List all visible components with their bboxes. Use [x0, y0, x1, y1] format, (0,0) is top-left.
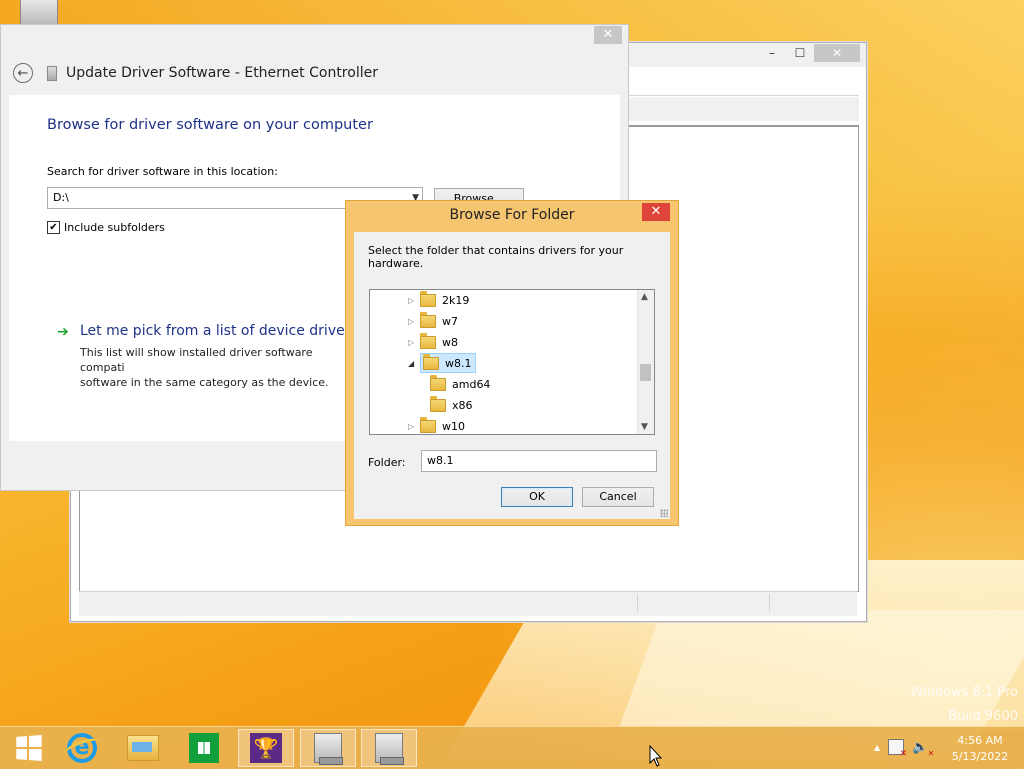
- system-tray: ▲ 🔈: [874, 739, 935, 759]
- location-value: D:\: [53, 191, 69, 204]
- tree-item-label: w8: [442, 335, 458, 349]
- tree-item-label: w10: [442, 419, 465, 433]
- start-button[interactable]: [0, 729, 56, 767]
- taskbar-device-manager[interactable]: [300, 729, 356, 767]
- pick-title[interactable]: Let me pick from a list of device driver…: [80, 323, 358, 339]
- pick-desc-line1: This list will show installed driver sof…: [80, 346, 313, 374]
- expand-arrow-icon[interactable]: ▷: [408, 296, 416, 305]
- device-icon: [47, 65, 57, 81]
- window-title: Update Driver Software - Ethernet Contro…: [66, 65, 378, 81]
- tree-item-label: w7: [442, 314, 458, 328]
- folder-tree[interactable]: ▷ 2k19 ▷ w7 ▷ w8 ◢ w8.1 amd64 x86 ▷ w10 …: [369, 289, 655, 435]
- tree-item-2k19[interactable]: ▷ 2k19: [408, 290, 469, 310]
- folder-label: Folder:: [368, 456, 406, 469]
- expand-arrow-icon[interactable]: ▷: [408, 422, 416, 431]
- expand-arrow-icon[interactable]: ▷: [408, 317, 416, 326]
- clock-time: 4:56 AM: [957, 734, 1003, 747]
- expand-arrow-icon[interactable]: ▷: [408, 338, 416, 347]
- folder-input[interactable]: w8.1: [421, 450, 657, 472]
- tree-item-label: w8.1: [445, 356, 472, 370]
- toolbar: [629, 97, 859, 121]
- selected-item[interactable]: w8.1: [420, 353, 476, 373]
- taskbar-file-explorer[interactable]: [115, 729, 171, 767]
- cancel-button[interactable]: Cancel: [582, 487, 654, 507]
- taskbar-store[interactable]: [176, 729, 232, 767]
- instruction-text: Select the folder that contains drivers …: [368, 244, 624, 270]
- scroll-thumb[interactable]: [640, 364, 651, 381]
- tree-item-x86[interactable]: x86: [430, 395, 473, 415]
- device-icon: [314, 733, 343, 765]
- ok-button[interactable]: OK: [501, 487, 573, 507]
- close-button[interactable]: ✕: [594, 26, 622, 44]
- green-arrow-icon: ➔: [57, 324, 69, 340]
- tree-item-w8[interactable]: ▷ w8: [408, 332, 458, 352]
- tree-item-label: 2k19: [442, 293, 470, 307]
- back-arrow-icon[interactable]: ←: [13, 63, 33, 83]
- pick-description: This list will show installed driver sof…: [80, 345, 360, 390]
- tree-item-w10[interactable]: ▷ w10: [408, 416, 465, 434]
- page-heading: Browse for driver software on your compu…: [47, 117, 373, 133]
- close-button[interactable]: ✕: [642, 203, 670, 221]
- vertical-scrollbar[interactable]: ▲ ▼: [637, 290, 654, 434]
- close-button[interactable]: ✕: [814, 44, 860, 62]
- store-icon: [189, 733, 219, 763]
- folder-icon: [420, 416, 436, 433]
- show-hidden-icons-chevron-icon[interactable]: ▲: [874, 743, 880, 752]
- collapse-arrow-icon[interactable]: ◢: [408, 359, 416, 368]
- clock-date: 5/13/2022: [951, 750, 1009, 763]
- trophy-icon: 🏆: [250, 733, 282, 763]
- browse-for-folder-dialog: Browse For Folder ✕ Select the folder th…: [345, 200, 679, 526]
- folder-icon: [430, 395, 446, 412]
- include-subfolders-checkbox[interactable]: ✔: [47, 221, 60, 234]
- tree-item-label: amd64: [452, 377, 491, 391]
- menu-bar: [629, 75, 859, 96]
- scroll-down-icon[interactable]: ▼: [641, 422, 648, 432]
- tree-item-w8-1[interactable]: ◢ w8.1: [408, 353, 476, 373]
- status-separator: [769, 594, 770, 612]
- taskbar: e 🏆 ▲ 🔈 4:56 AM 5/13/2022: [0, 726, 1024, 769]
- folder-icon: [430, 374, 446, 391]
- tree-item-amd64[interactable]: amd64: [430, 374, 490, 394]
- pick-desc-line2: software in the same category as the dev…: [80, 376, 329, 389]
- resize-grip-icon[interactable]: [660, 509, 668, 517]
- search-location-label: Search for driver software in this locat…: [47, 165, 278, 178]
- dialog-title: Browse For Folder: [449, 207, 575, 223]
- include-subfolders-label[interactable]: Include subfolders: [64, 221, 165, 234]
- taskbar-update-driver[interactable]: [361, 729, 417, 767]
- device-shield-icon: [375, 733, 404, 765]
- folder-icon: [423, 353, 439, 370]
- speaker-muted-icon[interactable]: 🔈: [912, 740, 934, 758]
- os-watermark-line1: Windows 8.1 Pro: [910, 685, 1018, 700]
- status-bar: [79, 591, 857, 616]
- tree-item-w7[interactable]: ▷ w7: [408, 311, 458, 331]
- folder-icon: [127, 735, 159, 761]
- internet-explorer-icon: e: [67, 733, 97, 763]
- windows-logo-icon: [16, 734, 42, 762]
- action-center-flag-icon[interactable]: [888, 739, 907, 759]
- maximize-button[interactable]: ☐: [786, 44, 814, 62]
- tree-item-label: x86: [452, 398, 473, 412]
- folder-icon: [420, 290, 436, 307]
- status-separator: [637, 594, 638, 612]
- minimize-button[interactable]: –: [758, 44, 786, 62]
- folder-icon: [420, 311, 436, 328]
- folder-icon: [420, 332, 436, 349]
- scroll-up-icon[interactable]: ▲: [641, 292, 648, 302]
- dialog-body: Select the folder that contains drivers …: [354, 232, 670, 519]
- taskbar-internet-explorer[interactable]: e: [54, 729, 110, 767]
- os-watermark-line2: Build 9600: [948, 709, 1018, 724]
- clock[interactable]: 4:56 AM 5/13/2022: [945, 733, 1015, 765]
- recycle-bin-icon[interactable]: [20, 0, 58, 25]
- taskbar-trophy-app[interactable]: 🏆: [238, 729, 294, 767]
